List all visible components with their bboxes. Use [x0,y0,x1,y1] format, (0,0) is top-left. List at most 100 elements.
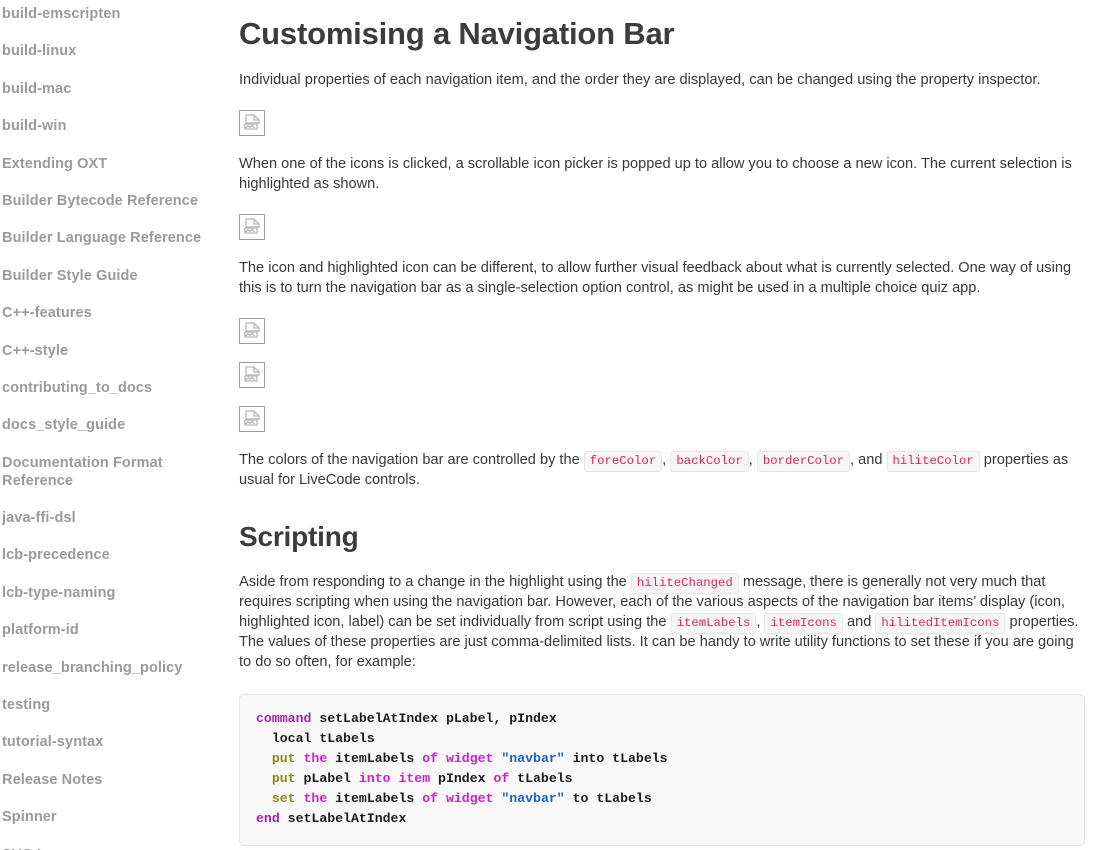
sidebar-list-item: testing [0,691,236,719]
section-title-scripting: Scripting [239,521,359,552]
code-token: of [422,791,439,806]
code-itemlabels: itemLabels [670,613,757,634]
code-token: into tLabels [564,751,668,766]
sidebar-list-item: contributing_to_docs [0,374,236,402]
sidebar-item-tutorial-syntax[interactable]: tutorial-syntax [0,728,236,756]
code-itemicons: itemIcons [764,613,843,634]
code-token: of [422,751,439,766]
main-content: Customising a Navigation Bar Individual … [236,0,1109,850]
code-hilitecolor: hiliteColor [886,451,980,472]
sidebar-list-item: build-emscripten [0,0,236,28]
code-token: local [271,731,312,746]
sidebar-item-testing[interactable]: testing [0,691,236,719]
colors-paragraph: The colors of the navigation bar are con… [239,450,1085,490]
scripting-sep-2: and [842,614,876,630]
icon-picker-paragraph: When one of the icons is clicked, a scro… [239,156,1072,192]
sidebar-list-item: tutorial-syntax [0,728,236,756]
sidebar-item-lcb-precedence[interactable]: lcb-precedence [0,541,236,569]
sidebar-item-builder-style-guide[interactable]: Builder Style Guide [0,262,236,290]
sidebar-list-item: Documentation Format Reference [0,449,236,495]
code-token: "navbar" [501,791,565,806]
sidebar-list-item: Builder Bytecode Reference [0,187,236,215]
code-token: tLabels [509,771,573,786]
sidebar-item-release-notes[interactable]: Release Notes [0,766,236,794]
sidebar-item-build-mac[interactable]: build-mac [0,75,236,103]
sidebar-list-item: Builder Style Guide [0,262,236,290]
sidebar-list: build-emscripten build-linux build-mac buil… [0,0,236,850]
sidebar-list-item: lcb-type-naming [0,579,236,607]
intro-paragraph: Individual properties of each navigation… [239,72,1041,88]
sidebar-list-item: Extending OXT [0,150,236,178]
page-title: Customising a Navigation Bar [239,16,675,51]
sidebar-item-svg-icon[interactable]: SVG Icon [0,841,236,850]
code-token: into [358,771,391,786]
code-token: setLabelAtIndex [279,811,407,826]
sidebar-list-item: Builder Language Reference [0,224,236,252]
sidebar-item-build-linux[interactable]: build-linux [0,37,236,65]
broken-image-icon [239,362,265,388]
sidebar-item-c-style[interactable]: C++-style [0,337,236,365]
sidebar-item-lcb-type-naming[interactable]: lcb-type-naming [0,579,236,607]
code-token: command [256,711,312,726]
code-backcolor: backColor [670,451,749,472]
sidebar-list-item: C++-features [0,299,236,327]
code-token: pIndex [430,771,494,786]
code-token: itemLabels [327,791,423,806]
code-token: put [271,771,296,786]
code-token: item [398,771,431,786]
code-token: "navbar" [501,751,565,766]
sidebar-navigation: build-emscripten build-linux build-mac buil… [0,0,236,850]
code-bordercolor: borderColor [756,451,851,472]
broken-image-icon [239,318,265,344]
code-token: of [493,771,510,786]
code-block: command setLabelAtIndex pLabel, pIndex l… [239,694,1085,846]
highlighted-icon-paragraph: The icon and highlighted icon can be dif… [239,260,1072,296]
sidebar-item-extending-oxt[interactable]: Extending OXT [0,150,236,178]
colors-sep-2: , [748,452,757,468]
code-token: the [303,791,328,806]
sidebar-list-item: platform-id [0,616,236,644]
colors-text-part-1: The colors of the navigation bar are con… [239,452,584,468]
code-token: put [271,751,296,766]
sidebar-list-item: SVG Icon [0,841,236,850]
sidebar-item-docs-style-guide[interactable]: docs_style_guide [0,411,236,439]
sidebar-list-item: java-ffi-dsl [0,504,236,532]
sidebar-item-platform-id[interactable]: platform-id [0,616,236,644]
code-token: tLabels [311,731,375,746]
broken-image-icon [239,214,265,240]
sidebar-item-build-emscripten[interactable]: build-emscripten [0,0,236,28]
sidebar-item-documentation-format-reference[interactable]: Documentation Format Reference [0,449,236,495]
sidebar-item-contributing-to-docs[interactable]: contributing_to_docs [0,374,236,402]
code-token: set [271,791,296,806]
code-block-content: command setLabelAtIndex pLabel, pIndex l… [256,709,1068,829]
sidebar-list-item: build-win [0,112,236,140]
sidebar-item-builder-language-reference[interactable]: Builder Language Reference [0,224,236,252]
broken-image-icon [239,110,265,136]
sidebar-item-java-ffi-dsl[interactable]: java-ffi-dsl [0,504,236,532]
code-token: the [303,751,328,766]
code-token: pLabel [295,771,359,786]
sidebar-item-spinner[interactable]: Spinner [0,803,236,831]
code-hilitechanged: hiliteChanged [630,573,739,594]
sidebar-item-release-branching-policy[interactable]: release_branching_policy [0,654,236,682]
scripting-paragraph: Aside from responding to a change in the… [239,572,1085,672]
colors-sep-3: , and [850,452,887,468]
sidebar-item-c-features[interactable]: C++-features [0,299,236,327]
sidebar-list-item: build-mac [0,75,236,103]
sidebar-item-builder-bytecode-reference[interactable]: Builder Bytecode Reference [0,187,236,215]
sidebar-list-item: build-linux [0,37,236,65]
code-token: widget [445,791,494,806]
code-token: end [256,811,280,826]
documentation-page: build-emscripten build-linux build-mac buil… [0,0,1109,850]
code-token: itemLabels [327,751,423,766]
code-token: to tLabels [564,791,652,806]
sidebar-item-build-win[interactable]: build-win [0,112,236,140]
